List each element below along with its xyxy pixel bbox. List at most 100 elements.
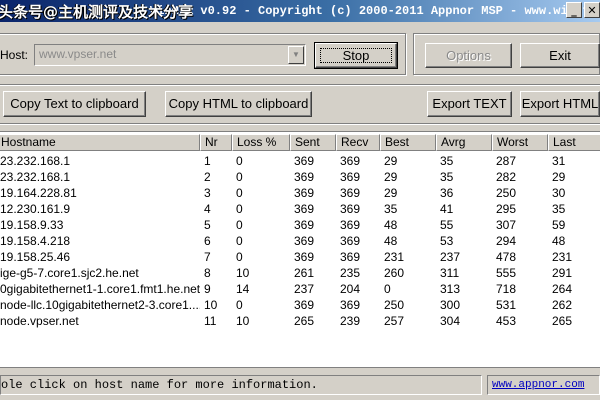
cell-loss: 0 — [236, 186, 243, 200]
cell-worst: 307 — [496, 218, 517, 232]
cell-recv: 235 — [340, 266, 361, 280]
window-title: WinMTR v0.92 - Copyright (c) 2000-2011 A… — [150, 4, 600, 18]
table-row[interactable]: 19.158.9.33 5 0 369 369 48 55 307 59 — [0, 217, 600, 233]
cell-loss: 0 — [236, 234, 243, 248]
table-row[interactable]: node-llc.10gigabitethernet2-3.core1.... 1… — [0, 297, 600, 313]
cell-nr: 11 — [204, 314, 217, 328]
cell-recv: 369 — [340, 170, 361, 184]
column-header-recv[interactable]: Recv — [336, 134, 380, 151]
chevron-down-icon[interactable]: ▼ — [288, 46, 304, 64]
cell-hostname[interactable]: ige-g5-7.core1.sjc2.he.net — [0, 265, 200, 281]
cell-avrg: 311 — [440, 266, 460, 280]
minimize-icon: _ — [571, 4, 577, 17]
column-header-worst[interactable]: Worst — [492, 134, 548, 151]
cell-avrg: 53 — [440, 234, 454, 248]
title-bar: WinMTR v0.92 - Copyright (c) 2000-2011 A… — [0, 0, 600, 22]
cell-last: 291 — [552, 266, 573, 280]
cell-worst: 294 — [496, 234, 517, 248]
table-row[interactable]: 19.164.228.81 3 0 369 369 29 36 250 30 — [0, 185, 600, 201]
host-label: Host: — [0, 48, 29, 62]
cell-hostname[interactable]: node-llc.10gigabitethernet2-3.core1.... — [0, 297, 200, 313]
cell-hostname[interactable]: 23.232.168.1 — [0, 169, 200, 185]
stop-button[interactable]: Stop — [314, 42, 398, 69]
cell-hostname[interactable]: 12.230.161.9 — [0, 201, 200, 217]
cell-sent: 369 — [294, 186, 315, 200]
table-row[interactable]: 23.232.168.1 1 0 369 369 29 35 287 31 — [0, 153, 600, 169]
cell-hostname[interactable]: 19.158.9.33 — [0, 217, 200, 233]
cell-sent: 369 — [294, 202, 315, 216]
cell-sent: 369 — [294, 250, 315, 264]
copy-text-button[interactable]: Copy Text to clipboard — [3, 91, 146, 117]
cell-hostname[interactable]: 19.164.228.81 — [0, 185, 200, 201]
cell-loss: 14 — [236, 282, 250, 296]
cell-best: 29 — [384, 186, 398, 200]
column-header-best[interactable]: Best — [380, 134, 436, 151]
cell-sent: 369 — [294, 234, 315, 248]
export-text-button[interactable]: Export TEXT — [427, 91, 512, 117]
cell-avrg: 55 — [440, 218, 454, 232]
cell-hostname[interactable]: 23.232.168.1 — [0, 153, 200, 169]
exit-button[interactable]: Exit — [520, 43, 600, 68]
table-row[interactable]: 12.230.161.9 4 0 369 369 35 41 295 35 — [0, 201, 600, 217]
cell-loss: 0 — [236, 298, 243, 312]
copy-html-button[interactable]: Copy HTML to clipboard — [165, 91, 312, 117]
table-row[interactable]: 23.232.168.1 2 0 369 369 29 35 282 29 — [0, 169, 600, 185]
column-header-sent[interactable]: Sent — [290, 134, 336, 151]
cell-nr: 9 — [204, 282, 211, 296]
table-row[interactable]: ige-g5-7.core1.sjc2.he.net 8 10 261 235 260 31… — [0, 265, 600, 281]
cell-best: 250 — [384, 298, 405, 312]
cell-nr: 8 — [204, 266, 211, 280]
options-button[interactable]: Options — [425, 43, 512, 68]
cell-loss: 10 — [236, 266, 250, 280]
cell-avrg: 36 — [440, 186, 454, 200]
column-header-avrg[interactable]: Avrg — [436, 134, 492, 151]
watermark-text: 头条号@主机测评及技术分享 — [0, 3, 194, 21]
cell-recv: 369 — [340, 202, 361, 216]
cell-worst: 282 — [496, 170, 517, 184]
column-header-nr[interactable]: Nr — [200, 134, 232, 151]
column-header-hostname[interactable]: Hostname — [0, 134, 200, 151]
minimize-button[interactable]: _ — [566, 2, 582, 18]
host-combobox[interactable]: www.vpser.net ▼ — [34, 44, 306, 66]
cell-sent: 265 — [294, 314, 315, 328]
results-table[interactable]: Hostname Nr Loss % Sent Recv Best Avrg W… — [0, 131, 600, 368]
cell-avrg: 41 — [440, 202, 454, 216]
cell-hostname[interactable]: node.vpser.net — [0, 313, 200, 329]
column-header-last[interactable]: Last — [548, 134, 600, 151]
export-html-button[interactable]: Export HTML — [520, 91, 600, 117]
cell-recv: 369 — [340, 298, 361, 312]
cell-nr: 5 — [204, 218, 211, 232]
cell-best: 48 — [384, 234, 398, 248]
cell-worst: 718 — [496, 282, 517, 296]
close-icon: ✕ — [587, 4, 597, 17]
column-header-loss[interactable]: Loss % — [232, 134, 290, 151]
cell-hostname[interactable]: 0gigabitethernet1-1.core1.fmt1.he.net — [0, 281, 200, 297]
cell-loss: 0 — [236, 218, 243, 232]
cell-last: 30 — [552, 186, 566, 200]
cell-last: 265 — [552, 314, 573, 328]
cell-best: 48 — [384, 218, 398, 232]
cell-nr: 6 — [204, 234, 211, 248]
appnor-link[interactable]: www.appnor.com — [487, 375, 600, 395]
winmtr-window: WinMTR v0.92 - Copyright (c) 2000-2011 A… — [0, 0, 600, 400]
cell-hostname[interactable]: 19.158.4.218 — [0, 233, 200, 249]
cell-loss: 0 — [236, 154, 243, 168]
cell-avrg: 35 — [440, 170, 454, 184]
cell-recv: 369 — [340, 234, 361, 248]
close-button[interactable]: ✕ — [584, 2, 600, 18]
table-row[interactable]: 19.158.25.46 7 0 369 369 231 237 478 231 — [0, 249, 600, 265]
cell-best: 257 — [384, 314, 405, 328]
table-row[interactable]: node.vpser.net 11 10 265 239 257 304 453 265 — [0, 313, 600, 329]
table-row[interactable]: 19.158.4.218 6 0 369 369 48 53 294 48 — [0, 233, 600, 249]
cell-recv: 369 — [340, 250, 361, 264]
cell-avrg: 237 — [440, 250, 461, 264]
cell-loss: 0 — [236, 202, 243, 216]
table-row[interactable]: 0gigabitethernet1-1.core1.fmt1.he.net 9 14… — [0, 281, 600, 297]
cell-hostname[interactable]: 19.158.25.46 — [0, 249, 200, 265]
cell-avrg: 300 — [440, 298, 461, 312]
cell-loss: 0 — [236, 250, 243, 264]
cell-nr: 1 — [204, 154, 211, 168]
cell-best: 35 — [384, 202, 398, 216]
cell-recv: 369 — [340, 154, 361, 168]
cell-last: 31 — [552, 154, 566, 168]
